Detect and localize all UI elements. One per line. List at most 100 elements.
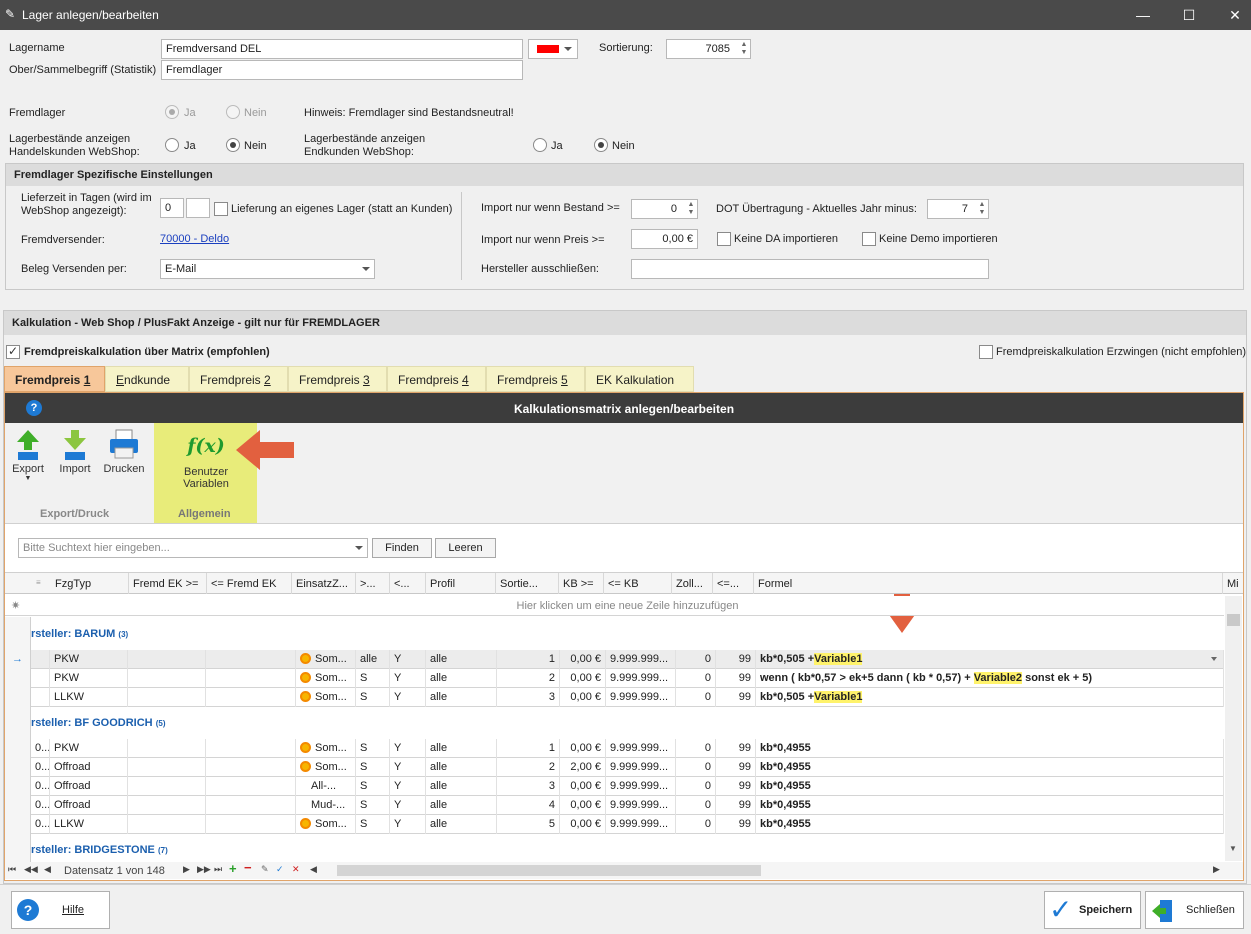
cell-fek[interactable]	[128, 669, 206, 688]
import-preis-input[interactable]: 0,00 €	[631, 229, 698, 249]
cell-zoll[interactable]: 0	[676, 815, 716, 834]
column-header[interactable]: <= Fremd EK	[211, 578, 292, 590]
hersteller-input[interactable]	[631, 259, 989, 279]
cell-lkb[interactable]: 9.999.999...	[606, 669, 676, 688]
cell-fek[interactable]	[128, 650, 206, 669]
keine-da-checkbox[interactable]	[717, 232, 731, 246]
cell-zoll[interactable]: 0	[676, 777, 716, 796]
cell-le[interactable]: 99	[716, 815, 756, 834]
cell-lkb[interactable]: 9.999.999...	[606, 650, 676, 669]
cell-formel[interactable]: kb*0,4955	[756, 758, 1224, 777]
cell-formel[interactable]: kb*0,4955	[756, 815, 1224, 834]
cell-formel[interactable]: kb*0,4955	[756, 796, 1224, 815]
cell-lfek[interactable]	[206, 815, 296, 834]
cell-pre[interactable]	[31, 688, 50, 707]
chevron-down-icon[interactable]	[1211, 657, 1217, 661]
cell-profil[interactable]: alle	[426, 739, 497, 758]
cell-lfek[interactable]	[206, 739, 296, 758]
cell-sort[interactable]: 1	[497, 739, 560, 758]
column-header[interactable]: <= KB	[608, 578, 672, 590]
schliessen-button[interactable]: Schließen	[1145, 891, 1244, 929]
cell-formel[interactable]: kb*0,505 +Variable1	[756, 650, 1224, 669]
cell-profil[interactable]: alle	[426, 815, 497, 834]
cell-pre[interactable]: 0...	[31, 796, 50, 815]
cell-einsatz[interactable]: Som...	[296, 815, 356, 834]
end-ja-radio[interactable]	[533, 138, 547, 152]
cell-sort[interactable]: 5	[497, 815, 560, 834]
column-header[interactable]: EinsatzZ...	[296, 578, 356, 590]
sortierung-input[interactable]: 7085 ▲ ▼	[666, 39, 751, 59]
leeren-button[interactable]: Leeren	[435, 538, 496, 558]
cell-sort[interactable]: 3	[497, 777, 560, 796]
cell-profil[interactable]: alle	[426, 796, 497, 815]
cell-kb[interactable]: 0,00 €	[560, 688, 606, 707]
column-header[interactable]: Sortie...	[500, 578, 559, 590]
column-header[interactable]: KB >=	[563, 578, 604, 590]
cell-gt[interactable]: S	[356, 758, 390, 777]
cell-zoll[interactable]: 0	[676, 739, 716, 758]
column-header[interactable]: Zoll...	[676, 578, 713, 590]
lagername-input[interactable]: Fremdversand DEL	[161, 39, 523, 59]
prev-record-icon[interactable]: ◀	[44, 864, 51, 875]
cell-einsatz[interactable]: All-...	[296, 777, 356, 796]
cell-formel[interactable]: kb*0,4955	[756, 777, 1224, 796]
cell-lkb[interactable]: 9.999.999...	[606, 688, 676, 707]
cell-kb[interactable]: 0,00 €	[560, 739, 606, 758]
cell-lt[interactable]: Y	[390, 650, 426, 669]
dot-input[interactable]: 7 ▲ ▼	[927, 199, 989, 219]
cell-zoll[interactable]: 0	[676, 650, 716, 669]
cell-fek[interactable]	[128, 758, 206, 777]
tab-fremdpreis-4[interactable]: Fremdpreis 4	[387, 366, 486, 392]
cell-typ[interactable]: LLKW	[50, 815, 128, 834]
cell-le[interactable]: 99	[716, 650, 756, 669]
cell-kb[interactable]: 0,00 €	[560, 650, 606, 669]
cell-fek[interactable]	[128, 777, 206, 796]
sort-icon[interactable]: ≡	[36, 578, 41, 587]
scrollbar-thumb[interactable]	[1227, 614, 1240, 626]
drucken-button[interactable]: Drucken	[102, 428, 146, 475]
keine-demo-checkbox[interactable]	[862, 232, 876, 246]
cell-le[interactable]: 99	[716, 777, 756, 796]
cell-gt[interactable]: S	[356, 739, 390, 758]
cell-sort[interactable]: 3	[497, 688, 560, 707]
cell-lfek[interactable]	[206, 688, 296, 707]
first-record-icon[interactable]: ⏮	[8, 864, 16, 875]
table-row[interactable]: 0... Offroad Som... S Yalle 2 2,00 €9.999.999.…	[31, 758, 1224, 777]
group-header-bfgoodrich[interactable]: rsteller: BF GOODRICH (5)	[31, 717, 165, 729]
cell-typ[interactable]: PKW	[50, 739, 128, 758]
column-header[interactable]: Formel	[758, 578, 1223, 590]
cell-pre[interactable]: 0...	[31, 758, 50, 777]
confirm-icon[interactable]: ✓	[276, 864, 284, 875]
cell-gt[interactable]: S	[356, 777, 390, 796]
table-row[interactable]: 0... PKW Som... S Yalle 1 0,00 €9.999.999... 0 9…	[31, 739, 1224, 758]
last-record-icon[interactable]: ⏭	[214, 864, 222, 875]
cell-kb[interactable]: 0,00 €	[560, 796, 606, 815]
lieferung-checkbox[interactable]	[214, 202, 228, 216]
edit-record-icon[interactable]: ✎	[261, 864, 269, 875]
cell-lkb[interactable]: 9.999.999...	[606, 758, 676, 777]
handel-ja-radio[interactable]	[165, 138, 179, 152]
cell-profil[interactable]: alle	[426, 650, 497, 669]
cell-le[interactable]: 99	[716, 796, 756, 815]
cell-lt[interactable]: Y	[390, 758, 426, 777]
chevron-down-icon[interactable]: ▼	[1229, 844, 1237, 853]
import-button[interactable]: Import	[55, 428, 95, 475]
vertical-scrollbar[interactable]: ▼	[1225, 596, 1242, 861]
cell-pre[interactable]: 0...	[31, 815, 50, 834]
export-button[interactable]: Export ▼	[8, 428, 48, 482]
delete-record-icon[interactable]: −	[244, 860, 252, 875]
hilfe-button[interactable]: ? Hilfe	[11, 891, 110, 929]
column-header[interactable]: >...	[360, 578, 390, 590]
cell-profil[interactable]: alle	[426, 777, 497, 796]
cell-lt[interactable]: Y	[390, 669, 426, 688]
cell-typ[interactable]: LLKW	[50, 688, 128, 707]
tab-fremdpreis-5[interactable]: Fremdpreis 5	[486, 366, 585, 392]
group-header-barum[interactable]: rsteller: BARUM (3)	[31, 628, 128, 640]
cell-pre[interactable]: 0...	[31, 777, 50, 796]
horizontal-scrollbar-thumb[interactable]	[337, 865, 761, 876]
cell-lkb[interactable]: 9.999.999...	[606, 739, 676, 758]
cell-kb[interactable]: 2,00 €	[560, 758, 606, 777]
maximize-button[interactable]: ☐	[1179, 6, 1199, 24]
cell-profil[interactable]: alle	[426, 688, 497, 707]
cell-le[interactable]: 99	[716, 758, 756, 777]
